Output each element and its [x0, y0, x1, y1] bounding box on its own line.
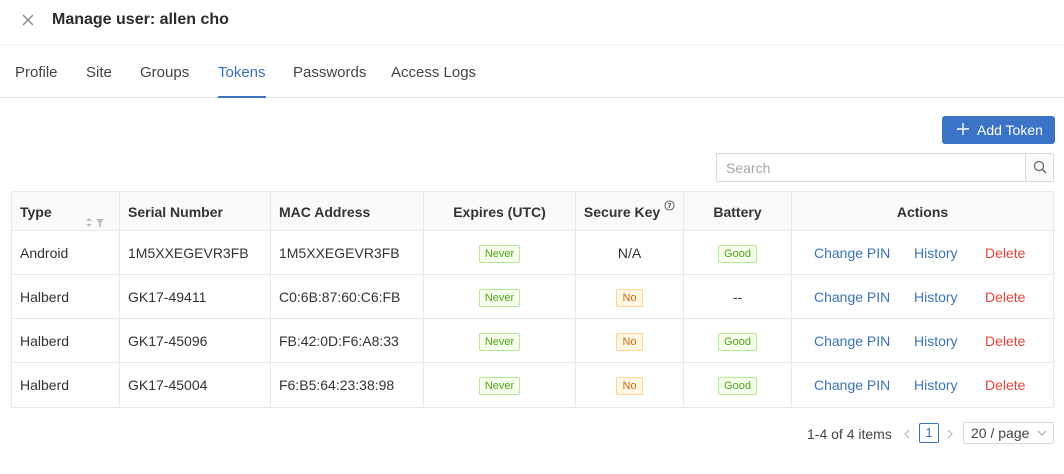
add-token-button[interactable]: Add Token: [942, 116, 1055, 144]
cell-serial: GK17-45096: [120, 319, 271, 362]
cell-expires: Never: [424, 275, 576, 318]
cell-mac: FB:42:0D:F6:A8:33: [271, 319, 424, 362]
cell-battery: Good: [684, 231, 792, 274]
chevron-down-icon: [1037, 430, 1047, 436]
expires-tag: Never: [478, 289, 521, 308]
column-header-type[interactable]: Type: [12, 192, 120, 230]
prev-page-icon[interactable]: [902, 427, 912, 439]
column-header-battery: Battery: [684, 192, 792, 230]
tab-profile[interactable]: Profile: [15, 46, 58, 98]
tab-groups[interactable]: Groups: [140, 46, 189, 98]
column-header-mac: MAC Address: [271, 192, 424, 230]
table-row: Halberd GK17-49411 C0:6B:87:60:C6:FB Nev…: [12, 275, 1053, 319]
cell-mac: C0:6B:87:60:C6:FB: [271, 275, 424, 318]
page-size-select[interactable]: 20 / page: [963, 422, 1054, 444]
tab-access-logs[interactable]: Access Logs: [391, 46, 476, 98]
tab-tokens[interactable]: Tokens: [218, 46, 266, 98]
cell-battery: --: [684, 275, 792, 318]
table-header: Type Serial Number MAC Address Expires (…: [12, 192, 1053, 231]
expires-tag: Never: [478, 377, 521, 396]
cell-mac: F6:B5:64:23:38:98: [271, 363, 424, 406]
table-row: Halberd GK17-45096 FB:42:0D:F6:A8:33 Nev…: [12, 319, 1053, 363]
tab-site[interactable]: Site: [86, 46, 112, 98]
secure-key-tag: No: [616, 377, 643, 396]
svg-text:?: ?: [668, 202, 672, 210]
battery-tag: Good: [718, 245, 757, 264]
cell-mac: 1M5XXEGEVR3FB: [271, 231, 424, 274]
column-header-secure-key: Secure Key ?: [576, 192, 684, 230]
cell-battery: Good: [684, 363, 792, 406]
battery-tag: Good: [718, 377, 757, 396]
cell-serial: 1M5XXEGEVR3FB: [120, 231, 271, 274]
tab-bar: Profile Site Groups Tokens Passwords Acc…: [0, 46, 1064, 98]
sort-filter-icons[interactable]: [85, 205, 109, 227]
column-header-actions: Actions: [896, 204, 949, 220]
history-link[interactable]: History: [914, 319, 958, 363]
tokens-table: Type Serial Number MAC Address Expires (…: [11, 191, 1054, 408]
page-size-label: 20 / page: [971, 425, 1030, 441]
change-pin-link[interactable]: Change PIN: [814, 231, 890, 275]
cell-type: Halberd: [12, 363, 120, 406]
cell-serial: GK17-45004: [120, 363, 271, 406]
cell-secure-key: N/A: [576, 231, 684, 274]
change-pin-link[interactable]: Change PIN: [814, 275, 890, 319]
cell-actions: Change PIN History Delete: [792, 231, 1053, 274]
history-link[interactable]: History: [914, 275, 958, 319]
cell-type: Halberd: [12, 319, 120, 362]
change-pin-link[interactable]: Change PIN: [814, 319, 890, 363]
cell-secure-key: No: [576, 275, 684, 318]
tab-passwords[interactable]: Passwords: [293, 46, 366, 98]
cell-actions: Change PIN History Delete: [792, 363, 1053, 406]
help-icon[interactable]: ?: [664, 200, 675, 211]
delete-link[interactable]: Delete: [985, 231, 1025, 275]
column-label-type: Type: [20, 204, 52, 220]
change-pin-link[interactable]: Change PIN: [814, 363, 890, 407]
expires-tag: Never: [478, 333, 521, 352]
cell-secure-key: No: [576, 363, 684, 406]
page-title: Manage user: allen cho: [52, 11, 229, 28]
delete-link[interactable]: Delete: [985, 319, 1025, 363]
add-token-label: Add Token: [977, 122, 1043, 138]
next-page-icon[interactable]: [945, 427, 955, 439]
cell-expires: Never: [424, 319, 576, 362]
search-box: [716, 153, 1054, 182]
cell-actions: Change PIN History Delete: [792, 275, 1053, 318]
secure-key-tag: No: [616, 333, 643, 352]
cell-actions: Change PIN History Delete: [792, 319, 1053, 362]
search-input[interactable]: [717, 154, 1025, 181]
search-icon: [1033, 160, 1047, 174]
cell-secure-key: No: [576, 319, 684, 362]
cell-type: Halberd: [12, 275, 120, 318]
column-header-serial: Serial Number: [120, 192, 271, 230]
pagination-summary: 1-4 of 4 items: [807, 426, 892, 442]
close-icon[interactable]: [18, 10, 38, 30]
table-row: Halberd GK17-45004 F6:B5:64:23:38:98 Nev…: [12, 363, 1053, 407]
secure-key-tag: No: [616, 289, 643, 308]
delete-link[interactable]: Delete: [985, 363, 1025, 407]
history-link[interactable]: History: [914, 231, 958, 275]
column-label-secure-key: Secure Key: [583, 204, 661, 220]
cell-expires: Never: [424, 231, 576, 274]
battery-tag: Good: [718, 333, 757, 352]
dialog-header: Manage user: allen cho: [0, 0, 1064, 45]
search-button[interactable]: [1025, 154, 1053, 181]
expires-tag: Never: [478, 245, 521, 264]
table-row: Android 1M5XXEGEVR3FB 1M5XXEGEVR3FB Neve…: [12, 231, 1053, 275]
plus-icon: [957, 123, 969, 135]
delete-link[interactable]: Delete: [985, 275, 1025, 319]
cell-expires: Never: [424, 363, 576, 406]
history-link[interactable]: History: [914, 363, 958, 407]
cell-serial: GK17-49411: [120, 275, 271, 318]
column-header-expires: Expires (UTC): [424, 192, 576, 230]
cell-battery: Good: [684, 319, 792, 362]
page-number[interactable]: 1: [919, 423, 939, 443]
cell-type: Android: [12, 231, 120, 274]
